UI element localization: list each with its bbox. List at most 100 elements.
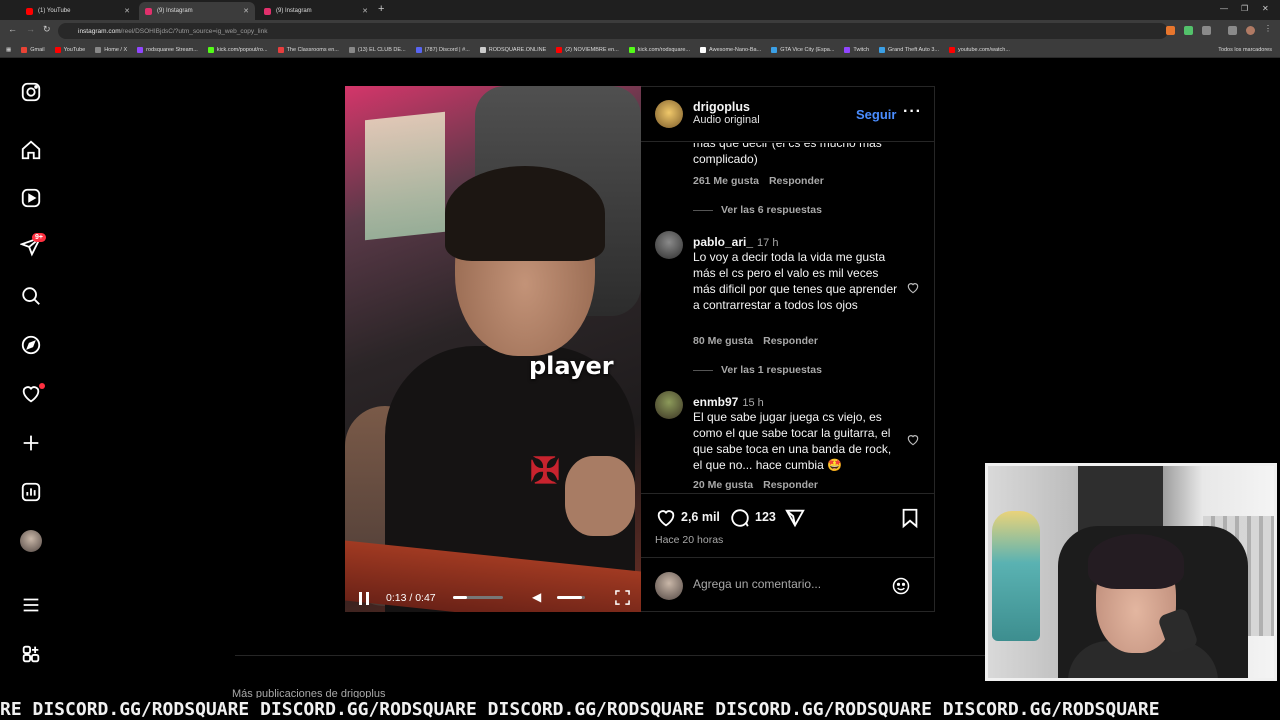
reply-button[interactable]: Responder	[769, 175, 824, 187]
bookmark-item[interactable]: RODSQUARE.ONLINE	[479, 46, 546, 53]
bookmark-item[interactable]: (787) Discord | #...	[415, 46, 470, 53]
reply-button[interactable]: Responder	[763, 479, 818, 491]
home-icon[interactable]	[19, 138, 43, 162]
share-icon[interactable]	[784, 507, 806, 529]
close-window-icon[interactable]: ✕	[1262, 4, 1269, 13]
browser-tab-instagram-active[interactable]: (9) Instagram ✕	[139, 2, 255, 20]
save-bookmark-icon[interactable]	[899, 507, 921, 529]
downloads-icon[interactable]	[1228, 26, 1237, 35]
apps-grid-icon[interactable]: ▦	[6, 47, 11, 53]
bookmark-item[interactable]: (13) EL CLUB DE...	[348, 46, 406, 53]
bookmark-item[interactable]: kick.com/rodsquare...	[628, 46, 691, 53]
url-input[interactable]: instagram.com/reel/DSOHIBjdsC/?utm_sourc…	[58, 23, 1168, 39]
comment-likes[interactable]: 20 Me gusta	[693, 479, 753, 491]
reel-video[interactable]: ✠ player	[345, 86, 641, 612]
browser-tab-instagram[interactable]: (9) Instagram ✕	[258, 2, 374, 20]
dashboard-icon[interactable]	[19, 480, 43, 504]
comment-icon[interactable]	[729, 507, 751, 529]
bookmark-favicon-icon	[948, 46, 955, 53]
explore-icon[interactable]	[19, 333, 43, 357]
bookmark-item[interactable]: Twitch	[844, 46, 869, 53]
reply-button[interactable]: Responder	[763, 335, 818, 347]
back-icon[interactable]: ←	[8, 24, 17, 34]
bookmark-item[interactable]: YouTube	[54, 46, 85, 53]
commenter-username[interactable]: pablo_ari_	[693, 235, 753, 249]
extension-icon[interactable]	[1184, 26, 1193, 35]
emoji-icon[interactable]	[891, 576, 911, 596]
comment-likes[interactable]: 80 Me gusta	[693, 335, 753, 347]
follow-button[interactable]: Seguir	[856, 107, 896, 122]
extension-icon[interactable]	[1166, 26, 1175, 35]
like-count[interactable]: 2,6 mil	[681, 510, 720, 524]
create-icon[interactable]	[19, 431, 43, 455]
bookmark-item[interactable]: (2) NOVIEMBRE en...	[556, 46, 619, 53]
browser-tab-youtube[interactable]: (1) YouTube ✕	[20, 2, 136, 20]
all-bookmarks-folder[interactable]: Todos los marcadores	[1218, 47, 1280, 53]
like-comment-heart-icon[interactable]	[906, 281, 920, 295]
instagram-logo-icon[interactable]	[19, 80, 43, 104]
bookmark-item[interactable]: Grand Theft Auto 3...	[879, 46, 939, 53]
minimize-icon[interactable]: —	[1220, 4, 1228, 13]
bookmark-favicon-icon	[137, 46, 144, 53]
bookmark-item[interactable]: youtube.com/watch...	[948, 46, 1010, 53]
stream-ticker: RE DISCORD.GG/RODSQUARE DISCORD.GG/RODSQ…	[0, 698, 1280, 720]
forward-icon[interactable]: →	[26, 24, 35, 34]
instagram-favicon-icon	[145, 7, 152, 15]
video-progress-bar[interactable]	[453, 596, 503, 599]
profile-avatar-icon[interactable]	[1246, 26, 1255, 35]
bookmark-item[interactable]: kick.com/popout/ro...	[207, 46, 268, 53]
profile-avatar[interactable]	[19, 529, 43, 553]
comment-likes[interactable]: 261 Me gusta	[693, 175, 759, 187]
video-progress-fill	[453, 596, 467, 599]
pause-icon[interactable]	[358, 592, 370, 606]
bookmark-favicon-icon	[54, 46, 61, 53]
commenter-username[interactable]: enmb97	[693, 395, 738, 409]
reels-icon[interactable]	[19, 186, 43, 210]
bookmark-item[interactable]: Gmail	[21, 46, 45, 53]
menu-icon[interactable]	[19, 593, 43, 617]
comment-meta: 261 Me gusta Responder	[693, 175, 824, 187]
search-icon[interactable]	[19, 284, 43, 308]
author-avatar[interactable]	[655, 100, 683, 128]
instagram-favicon-icon	[264, 7, 271, 15]
bookmark-label: kick.com/rodsquare...	[637, 46, 691, 53]
bookmark-item[interactable]: rodsquaree Stream...	[137, 46, 198, 53]
browser-menu-icon[interactable]: ⋮	[1264, 24, 1273, 33]
close-tab-icon[interactable]: ✕	[362, 7, 368, 15]
more-options-icon[interactable]: ···	[903, 103, 922, 121]
fullscreen-icon[interactable]	[615, 590, 630, 605]
comments-list: mas que decir (el cs es mucho mas compli…	[641, 143, 934, 493]
comment-text: El que sabe jugar juega cs viejo, es com…	[693, 410, 892, 472]
commenter-avatar[interactable]	[655, 231, 683, 259]
video-time: 0:13 / 0:47	[386, 592, 436, 604]
commenter-avatar[interactable]	[655, 391, 683, 419]
view-replies-button[interactable]: Ver las 6 respuestas	[693, 204, 822, 216]
bookmark-item[interactable]: The Classrooms en...	[277, 46, 339, 53]
like-heart-icon[interactable]	[655, 507, 677, 529]
new-tab-icon[interactable]: +	[378, 3, 384, 15]
url-path: /reel/DSOHIBjdsC/?utm_source=ig_web_copy…	[120, 27, 268, 35]
restore-icon[interactable]: ❐	[1241, 4, 1248, 13]
reload-icon[interactable]: ↻	[43, 24, 51, 35]
add-comment-input[interactable]	[693, 572, 883, 596]
author-username[interactable]: drigoplus	[693, 100, 760, 114]
bookmark-item[interactable]: Home / X	[95, 46, 127, 53]
extensions-puzzle-icon[interactable]	[1202, 26, 1211, 35]
close-tab-icon[interactable]: ✕	[243, 7, 249, 15]
close-tab-icon[interactable]: ✕	[124, 7, 130, 15]
volume-icon[interactable]: ◀	[532, 590, 541, 604]
more-apps-icon[interactable]	[19, 642, 43, 666]
bookmark-favicon-icon	[771, 46, 778, 53]
volume-slider[interactable]	[557, 596, 585, 599]
bookmark-favicon-icon	[479, 46, 486, 53]
bookmark-item[interactable]: GTA Vice City (Espa...	[771, 46, 835, 53]
bookmark-label: GTA Vice City (Espa...	[780, 46, 835, 53]
view-replies-button[interactable]: Ver las 1 respuestas	[693, 364, 822, 376]
audio-link[interactable]: Audio original	[693, 114, 760, 126]
bookmark-label: rodsquaree Stream...	[146, 46, 198, 53]
like-comment-heart-icon[interactable]	[906, 433, 920, 447]
comment-count: 123	[755, 510, 776, 524]
bookmark-favicon-icon	[207, 46, 214, 53]
comment-time: 17 h	[757, 237, 779, 249]
bookmark-item[interactable]: Awesome-Nano-Ba...	[700, 46, 761, 53]
